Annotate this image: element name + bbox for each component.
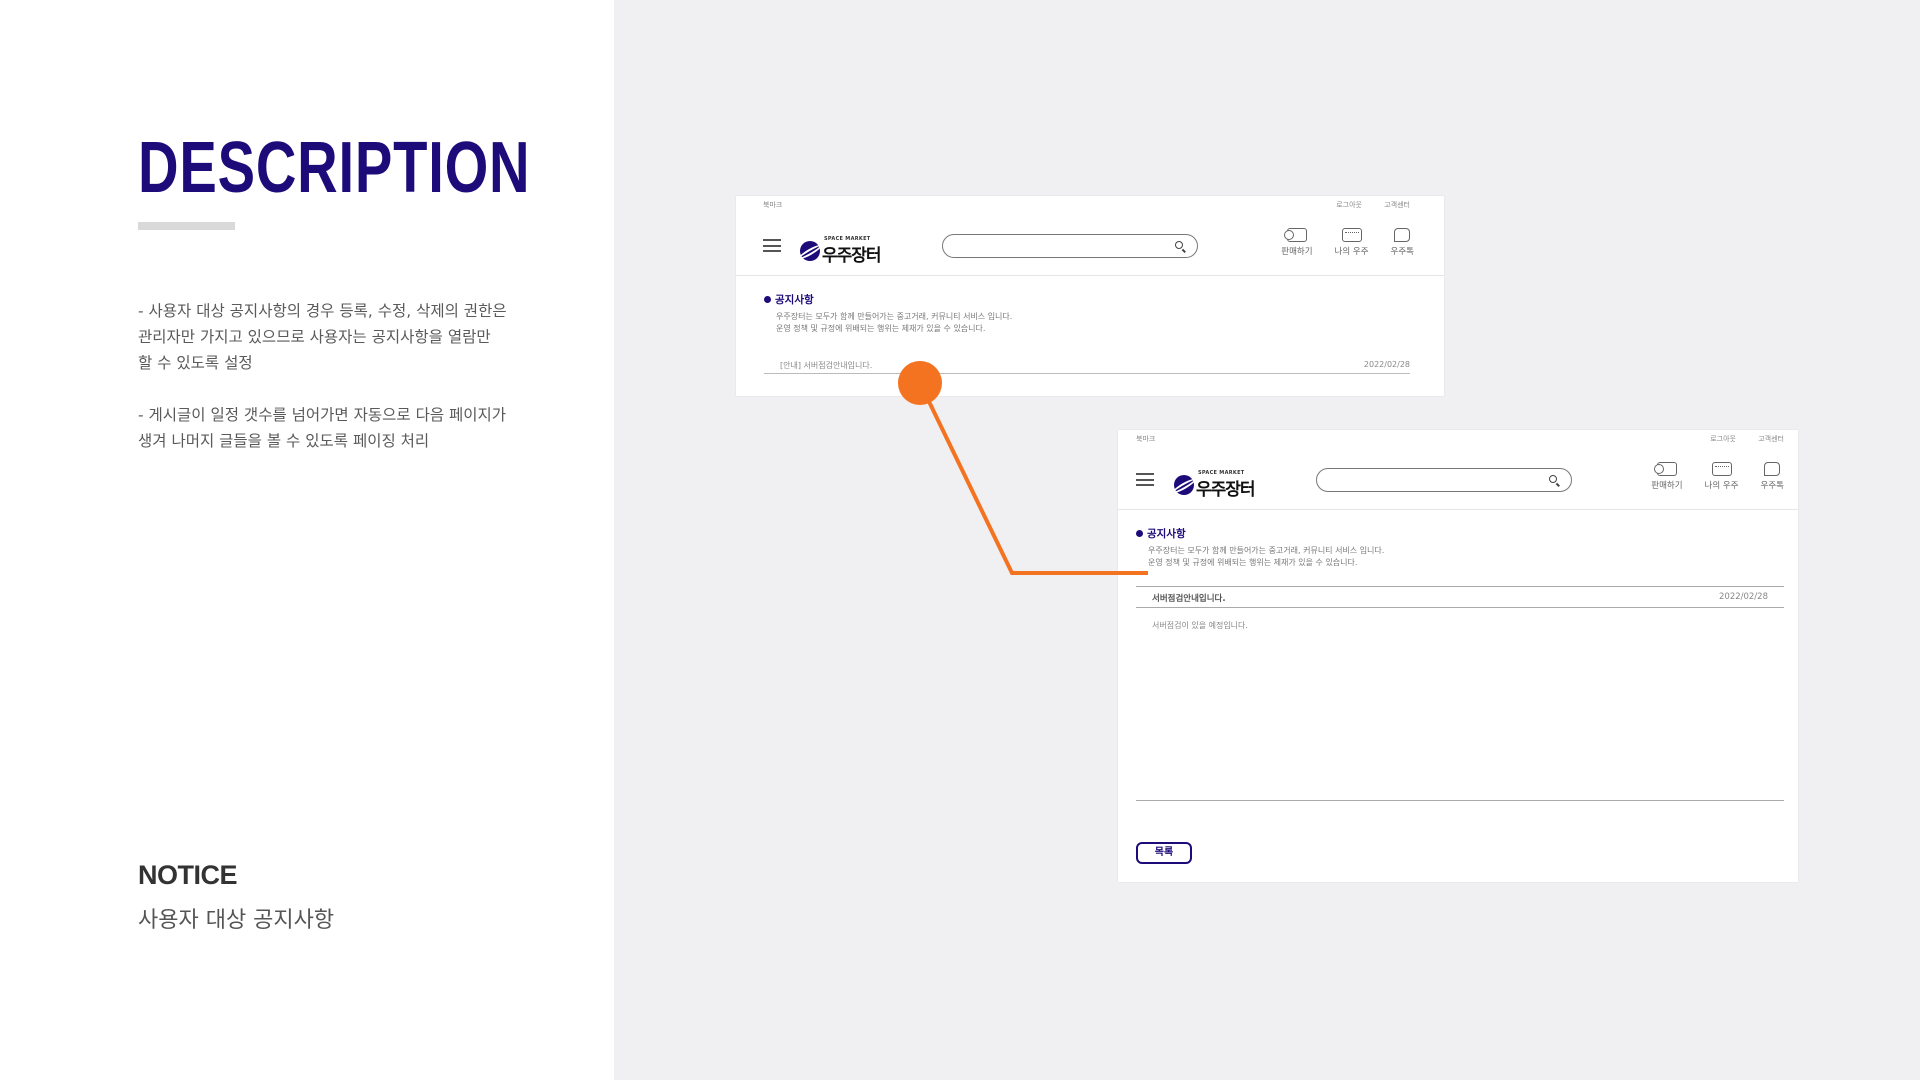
section-title-text: 공지사항 [775, 294, 814, 306]
description-paragraph-1: - 사용자 대상 공지사항의 경우 등록, 수정, 삭제의 권한은 관리자만 가… [138, 302, 507, 372]
notice-list-mockup: 북마크 로그아웃 고객센터 SPACE MARKET 우주장터 판매하기 나의 … [736, 196, 1444, 396]
customer-center-link[interactable]: 고객센터 [1758, 435, 1784, 443]
notice-subtitle: 사용자 대상 공지사항 [138, 908, 335, 933]
nav-sell-label: 판매하기 [1651, 481, 1683, 491]
notice-row-title[interactable]: [안내] 서버점검안내입니다. [780, 360, 872, 371]
title-underline [138, 222, 235, 230]
hamburger-menu-icon[interactable] [1136, 473, 1154, 486]
nav-my-space[interactable]: 나의 우주 [1705, 462, 1739, 491]
notice-row-date: 2022/02/28 [1363, 360, 1410, 369]
logout-link[interactable]: 로그아웃 [1336, 201, 1362, 209]
nav-space-talk[interactable]: 우주톡 [1391, 228, 1414, 257]
nav-my-space-label: 나의 우주 [1704, 481, 1739, 491]
post-date: 2022/02/28 [1719, 592, 1768, 602]
description-title: DESCRIPTION [138, 128, 531, 208]
nav-sell[interactable]: 판매하기 [1281, 228, 1313, 257]
search-input[interactable] [1316, 468, 1572, 492]
nav-space-talk-label: 우주톡 [1390, 247, 1414, 257]
section-desc-line-1: 우주장터는 모두가 함께 만들어가는 중고거래, 커뮤니티 서비스 입니다. [776, 312, 1013, 321]
hamburger-menu-icon[interactable] [763, 239, 781, 252]
section-title-text: 공지사항 [1147, 528, 1186, 540]
shop-icon [1711, 462, 1732, 476]
notice-list-row[interactable]: [안내] 서버점검안내입니다. 2022/02/28 [764, 356, 1410, 374]
bookmark-link[interactable]: 북마크 [763, 200, 782, 210]
notice-section: 공지사항 우주장터는 모두가 함께 만들어가는 중고거래, 커뮤니티 서비스 입… [764, 292, 1410, 335]
logo-name: 우주장터 [1196, 480, 1256, 500]
chat-icon [1764, 462, 1781, 476]
bullet-icon [1136, 530, 1143, 537]
logo-name: 우주장터 [822, 246, 882, 266]
post-body: 서버점검이 있을 예정입니다. [1152, 621, 1248, 630]
nav-sell-label: 판매하기 [1281, 247, 1313, 257]
description-paragraph-2: - 게시글이 일정 갯수를 넘어가면 자동으로 다음 페이지가 생겨 나머지 글… [138, 406, 507, 450]
notice-section: 공지사항 우주장터는 모두가 함께 만들어가는 중고거래, 커뮤니티 서비스 입… [1136, 526, 1764, 569]
chat-icon [1394, 228, 1411, 242]
description-panel: DESCRIPTION - 사용자 대상 공지사항의 경우 등록, 수정, 삭제… [0, 0, 614, 1080]
logout-link[interactable]: 로그아웃 [1710, 435, 1736, 443]
section-desc-line-1: 우주장터는 모두가 함께 만들어가는 중고거래, 커뮤니티 서비스 입니다. [1148, 546, 1385, 555]
list-button[interactable]: 목록 [1136, 842, 1192, 864]
bullet-icon [764, 296, 771, 303]
section-desc-line-2: 운영 정책 및 규정에 위배되는 행위는 제재가 있을 수 있습니다. [1148, 558, 1358, 567]
shop-icon [1341, 228, 1362, 242]
utility-bar: 북마크 로그아웃 고객센터 [1118, 434, 1798, 444]
post-header: 서버점검안내입니다. 2022/02/28 [1136, 586, 1784, 608]
nav-my-space[interactable]: 나의 우주 [1335, 228, 1369, 257]
section-title: 공지사항 [764, 292, 1410, 307]
section-desc-line-2: 운영 정책 및 규정에 위배되는 행위는 제재가 있을 수 있습니다. [776, 324, 986, 333]
site-header: SPACE MARKET 우주장터 판매하기 나의 우주 우주톡 [1118, 450, 1798, 510]
search-input[interactable] [942, 234, 1198, 258]
reel-icon [1653, 462, 1677, 476]
nav-space-talk[interactable]: 우주톡 [1761, 462, 1784, 491]
bookmark-link[interactable]: 북마크 [1136, 434, 1155, 444]
search-icon[interactable] [1175, 241, 1183, 249]
utility-bar: 북마크 로그아웃 고객센터 [736, 200, 1444, 210]
search-icon[interactable] [1549, 475, 1557, 483]
post-divider [1136, 800, 1784, 801]
header-nav: 판매하기 나의 우주 우주톡 [1281, 228, 1414, 257]
section-description: 우주장터는 모두가 함께 만들어가는 중고거래, 커뮤니티 서비스 입니다. 운… [1148, 545, 1764, 569]
nav-sell[interactable]: 판매하기 [1651, 462, 1683, 491]
nav-my-space-label: 나의 우주 [1334, 247, 1369, 257]
post-title: 서버점검안내입니다. [1152, 594, 1226, 604]
customer-center-link[interactable]: 고객센터 [1384, 201, 1410, 209]
header-nav: 판매하기 나의 우주 우주톡 [1651, 462, 1784, 491]
notice-label: NOTICE [138, 860, 238, 890]
site-header: SPACE MARKET 우주장터 판매하기 나의 우주 우주톡 [736, 216, 1444, 276]
notice-detail-mockup: 북마크 로그아웃 고객센터 SPACE MARKET 우주장터 판매하기 나의 … [1118, 430, 1798, 882]
section-title: 공지사항 [1136, 526, 1764, 541]
section-description: 우주장터는 모두가 함께 만들어가는 중고거래, 커뮤니티 서비스 입니다. 운… [776, 311, 1410, 335]
reel-icon [1283, 228, 1307, 242]
nav-space-talk-label: 우주톡 [1760, 481, 1784, 491]
